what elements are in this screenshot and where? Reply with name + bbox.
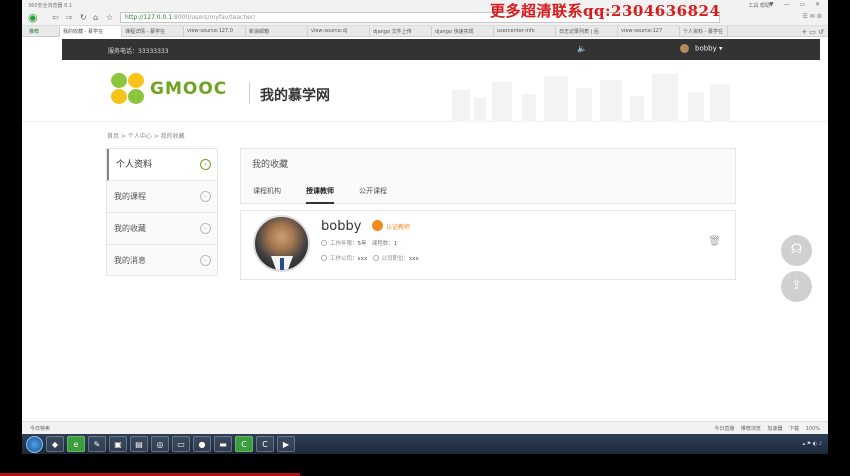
url-path: :8000/users/myfav/teacher/ bbox=[172, 14, 256, 21]
taskbar-app-icon[interactable]: ✎ bbox=[88, 436, 106, 452]
tab-course-detail[interactable]: 课程详情 - 慕学在 bbox=[122, 26, 184, 37]
tab-recommend[interactable]: 推荐 bbox=[26, 26, 60, 37]
forward-icon[interactable]: ⇨ bbox=[66, 13, 73, 22]
teacher-stats: 工作年限：5年 课程数：1 bbox=[321, 239, 397, 247]
taskbar-app-icon[interactable]: ▣ bbox=[109, 436, 127, 452]
position: xxx bbox=[409, 256, 419, 262]
teacher-photo[interactable] bbox=[253, 215, 310, 272]
tab-course[interactable]: 公开课程 bbox=[359, 186, 387, 196]
home-icon[interactable]: ⌂ bbox=[93, 13, 98, 22]
header-divider bbox=[249, 82, 250, 104]
favorite-star-icon[interactable]: ☆ bbox=[106, 13, 113, 22]
logo-icon[interactable] bbox=[111, 73, 145, 105]
work-years: 5年 bbox=[357, 241, 367, 247]
courses-label: 课程数： bbox=[371, 241, 394, 247]
user-avatar bbox=[680, 44, 689, 53]
clock-icon bbox=[372, 255, 379, 261]
promo-watermark: 更多超清联系qq:2304636824 bbox=[490, 2, 721, 20]
company-label: 工作公司： bbox=[330, 256, 358, 262]
logo-text[interactable]: GMOOC bbox=[150, 79, 227, 99]
sidebar-item-label: 我的消息 bbox=[114, 256, 146, 265]
window-controls[interactable]: ▼ — ▭ ✕ bbox=[769, 1, 824, 8]
tab-profile[interactable]: 个人资料 - 慕学在 bbox=[680, 26, 728, 37]
user-menu[interactable]: bobby ▾ bbox=[680, 44, 723, 53]
teacher-company: 工作公司：xxx 公司职位：xxx bbox=[321, 254, 419, 262]
tab-django-fast[interactable]: django 快速实现 bbox=[432, 26, 494, 37]
status-left[interactable]: 今日特卖 bbox=[30, 425, 50, 432]
tab-teacher[interactable]: 授课教师 bbox=[306, 186, 334, 204]
chevron-right-icon: › bbox=[200, 255, 211, 266]
taskbar-player-icon[interactable]: ▶ bbox=[277, 436, 295, 452]
teacher-name[interactable]: bobby bbox=[321, 219, 361, 234]
browser-logo-icon[interactable]: ◉ bbox=[28, 11, 38, 24]
clock-icon bbox=[321, 255, 327, 261]
position-label: 公司职位： bbox=[381, 256, 410, 262]
speaker-icon[interactable]: 🔈 bbox=[577, 44, 587, 53]
back-icon[interactable]: ⇦ bbox=[52, 13, 59, 22]
sidebar-item-courses[interactable]: 我的课程 › bbox=[107, 181, 217, 213]
trash-icon[interactable]: 🗑 bbox=[708, 236, 721, 247]
certified-badge-icon bbox=[372, 220, 383, 231]
chevron-right-icon: › bbox=[200, 159, 211, 170]
browser-app-name: 360安全浏览器 8.1 bbox=[28, 3, 73, 9]
favorites-panel: 我的收藏 课程机构 授课教师 公开课程 bbox=[240, 148, 736, 204]
tab-view-source-3[interactable]: view-source:127 bbox=[618, 26, 680, 37]
sidebar-item-messages[interactable]: 我的消息 › bbox=[107, 245, 217, 277]
tab-org[interactable]: 课程机构 bbox=[253, 186, 281, 196]
chevron-right-icon: › bbox=[200, 223, 211, 234]
service-phone: 服务电话：33333333 bbox=[108, 48, 169, 55]
sidebar-item-favorites[interactable]: 我的收藏 › bbox=[107, 213, 217, 245]
start-icon[interactable] bbox=[26, 435, 43, 453]
taskbar-terminal-icon[interactable]: ▬ bbox=[214, 436, 232, 452]
toolbar-menu-icon[interactable]: ☰ ✉ ⚙ bbox=[802, 13, 822, 20]
taskbar-app-icon[interactable]: C bbox=[256, 436, 274, 452]
work-years-label: 工作年限： bbox=[330, 241, 358, 247]
url-host: http://127.0.0.1 bbox=[125, 14, 173, 21]
tab-log-list[interactable]: 日志记录列表 | 后 bbox=[556, 26, 618, 37]
chevron-right-icon: › bbox=[200, 191, 211, 202]
tab-django-upload[interactable]: django 文件上传 bbox=[370, 26, 432, 37]
usercenter-sidebar: 个人资料 › 我的课程 › 我的收藏 › 我的消息 › bbox=[106, 148, 218, 276]
sidebar-item-label: 我的收藏 bbox=[114, 224, 146, 233]
favorites-title: 我的收藏 bbox=[252, 160, 289, 170]
tab-my-favorites[interactable]: 我的收藏 - 慕学在 bbox=[60, 26, 122, 37]
taskbar-folder-icon[interactable]: ▭ bbox=[172, 436, 190, 452]
site-header: GMOOC 我的慕学网 bbox=[22, 60, 828, 122]
taskbar-app-icon[interactable]: ◆ bbox=[46, 436, 64, 452]
taskbar-chrome-icon[interactable]: ◎ bbox=[151, 436, 169, 452]
teacher-card[interactable]: bobby 认证教师 工作年限：5年 课程数：1 工作公司：xxx 公司职位：x… bbox=[240, 210, 736, 280]
chat-icon[interactable]: ☊ bbox=[781, 235, 812, 266]
sidebar-item-label: 我的课程 bbox=[114, 192, 146, 201]
clock-icon bbox=[321, 240, 327, 246]
back-to-top-icon[interactable]: ⇪ bbox=[781, 271, 812, 302]
page-title: 我的慕学网 bbox=[260, 88, 330, 104]
taskbar-app-icon[interactable]: ● bbox=[193, 436, 211, 452]
taskbar-app-icon[interactable]: ▤ bbox=[130, 436, 148, 452]
browser-tabstrip: 推荐 我的收藏 - 慕学在 课程详情 - 慕学在 view-source:127… bbox=[22, 26, 828, 37]
tab-sina-mail[interactable]: 新浪邮箱 bbox=[246, 26, 308, 37]
site-topbar: 服务电话：33333333 🔈 bobby ▾ bbox=[62, 39, 820, 60]
reload-icon[interactable]: ↻ bbox=[80, 13, 87, 22]
certified-badge: 认证教师 bbox=[386, 224, 411, 231]
username: bobby ▾ bbox=[695, 44, 723, 53]
tab-usercenter-info[interactable]: usercenter-info bbox=[494, 26, 556, 37]
sidebar-item-label: 个人资料 bbox=[116, 160, 153, 170]
system-tray[interactable]: ▴ ⚑ ◐ ♪ bbox=[803, 441, 828, 447]
taskbar-browser-icon[interactable]: e bbox=[67, 436, 85, 452]
status-right[interactable]: 今日直播 推荐浏览 加速器 下载 100% bbox=[714, 425, 820, 432]
taskbar-pycharm-icon[interactable]: C bbox=[235, 436, 253, 452]
breadcrumb[interactable]: 首页 > 个人中心 > 我的收藏 bbox=[107, 131, 185, 140]
sidebar-item-profile[interactable]: 个人资料 › bbox=[107, 149, 217, 181]
tab-view-source-2[interactable]: view-source:dj bbox=[308, 26, 370, 37]
new-tab-icon[interactable]: + ▭ ↺ bbox=[797, 26, 828, 36]
courses-count: 1 bbox=[393, 241, 398, 247]
tab-view-source-1[interactable]: view-source:127.0 bbox=[184, 26, 246, 37]
skyline-decoration bbox=[452, 72, 742, 122]
browser-menu[interactable]: 工具 帮助 bbox=[748, 2, 770, 9]
company: xxx bbox=[357, 256, 368, 262]
windows-taskbar: ◆ e ✎ ▣ ▤ ◎ ▭ ● ▬ C C ▶ ▴ ⚑ ◐ ♪ bbox=[22, 434, 828, 454]
browser-statusbar: 今日特卖 今日直播 推荐浏览 加速器 下载 100% bbox=[22, 421, 828, 434]
